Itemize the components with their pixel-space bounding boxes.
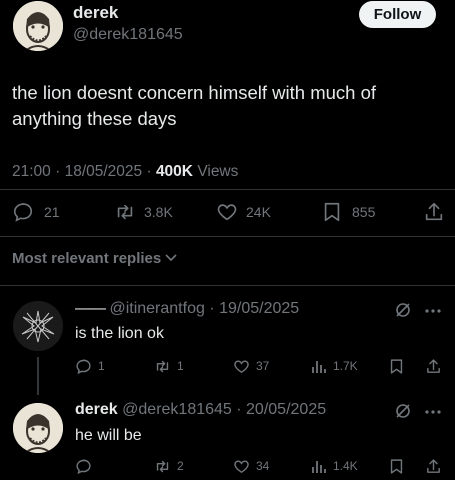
sort-label: Most relevant replies	[12, 250, 162, 267]
tweet-time[interactable]: 21:00	[12, 163, 51, 180]
bookmark-icon	[389, 358, 404, 375]
views-count: 1.4K	[333, 459, 358, 473]
tweet-text-line-2: anything these days	[12, 108, 177, 129]
views-count: 400K	[155, 163, 193, 180]
meta-separator: ·	[231, 401, 247, 418]
share-button[interactable]	[425, 456, 442, 476]
grok-icon[interactable]	[395, 403, 411, 419]
like-count: 24K	[246, 204, 271, 220]
author-reply-avatar[interactable]	[13, 403, 63, 453]
like-button[interactable]: 24K	[215, 200, 271, 224]
views-button[interactable]: 1.7K	[311, 356, 358, 376]
meta-separator: ·	[142, 163, 156, 180]
reply-author-name[interactable]: derek	[75, 401, 118, 418]
tweet-date[interactable]: 18/05/2025	[65, 163, 143, 180]
like-button[interactable]: 34	[232, 456, 269, 476]
like-count: 37	[256, 359, 270, 373]
views-icon	[311, 358, 327, 374]
divider	[0, 189, 455, 190]
more-icon[interactable]	[424, 409, 442, 415]
reply-date[interactable]: 20/05/2025	[246, 401, 326, 418]
reply-header: —— @itinerantfog · 19/05/2025	[75, 300, 299, 318]
views-count: 1.7K	[333, 359, 358, 373]
repost-icon	[153, 458, 172, 475]
reply-icon	[75, 458, 92, 475]
reply-icon	[75, 358, 92, 375]
repost-icon	[153, 358, 172, 375]
repost-button[interactable]: 1	[153, 356, 184, 376]
author-name[interactable]: derek	[73, 3, 118, 23]
tweet-text-line-1: the lion doesnt concern himself with muc…	[12, 82, 377, 103]
sort-replies-dropdown[interactable]: Most relevant replies	[12, 250, 177, 267]
share-icon	[425, 458, 442, 475]
reply-count: 1	[98, 359, 105, 373]
bookmark-icon	[322, 201, 342, 223]
reply-text: is the lion ok	[75, 325, 164, 342]
repost-button[interactable]: 2	[153, 456, 184, 476]
views-label: Views	[197, 163, 239, 180]
divider	[0, 236, 455, 237]
chevron-down-icon	[165, 250, 177, 267]
tweet-meta: 21:00 · 18/05/2025 · 400K Views	[12, 163, 238, 181]
like-icon	[232, 358, 251, 375]
repost-button[interactable]: 3.8K	[113, 200, 173, 224]
more-icon[interactable]	[424, 308, 442, 314]
author-handle[interactable]: @derek181645	[73, 26, 183, 44]
repost-count: 1	[177, 359, 184, 373]
share-icon	[423, 201, 445, 223]
reply-handle[interactable]: @itinerantfog	[109, 300, 204, 317]
like-icon	[232, 458, 251, 475]
reply-button[interactable]	[75, 456, 98, 476]
grok-icon[interactable]	[395, 302, 411, 318]
reply-button[interactable]: 1	[75, 356, 105, 376]
reply-handle[interactable]: @derek181645	[122, 401, 232, 418]
follow-button[interactable]: Follow	[359, 1, 436, 28]
reply-button[interactable]: 21	[12, 200, 60, 224]
like-icon	[215, 201, 239, 223]
bookmark-icon	[389, 458, 404, 475]
repost-icon	[113, 201, 137, 223]
repost-count: 3.8K	[144, 204, 173, 220]
reply-icon	[12, 201, 34, 223]
share-icon	[425, 358, 442, 375]
author-avatar[interactable]	[13, 1, 63, 51]
meta-separator: ·	[50, 163, 65, 180]
reply-avatar[interactable]	[13, 301, 63, 351]
bookmark-button[interactable]	[389, 356, 404, 376]
reply-text: he will be	[75, 427, 142, 444]
reply-date[interactable]: 19/05/2025	[219, 300, 299, 317]
reply-name-prefix: ——	[75, 300, 106, 317]
thread-line	[37, 357, 39, 395]
views-icon	[311, 458, 327, 474]
views-button[interactable]: 1.4K	[311, 456, 358, 476]
share-button[interactable]	[423, 200, 445, 224]
bookmark-button[interactable]	[389, 456, 404, 476]
bookmark-button[interactable]: 855	[322, 200, 375, 224]
share-button[interactable]	[425, 356, 442, 376]
repost-count: 2	[177, 459, 184, 473]
divider	[0, 285, 455, 286]
meta-separator: ·	[204, 300, 220, 317]
like-button[interactable]: 37	[232, 356, 269, 376]
like-count: 34	[256, 459, 270, 473]
bookmark-count: 855	[352, 204, 376, 220]
reply-count: 21	[44, 204, 60, 220]
reply-header: derek @derek181645 · 20/05/2025	[75, 401, 326, 419]
